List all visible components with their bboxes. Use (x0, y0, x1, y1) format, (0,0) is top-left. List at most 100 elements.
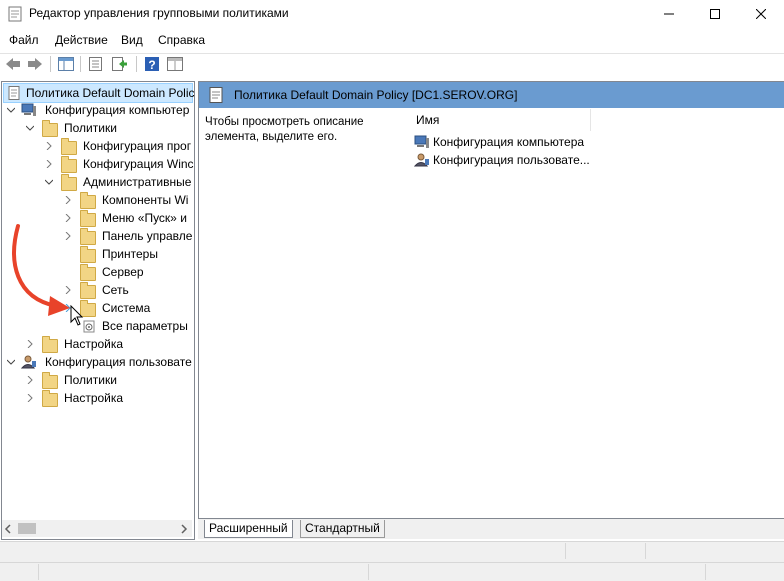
tree-item-admin-templates[interactable]: Административные (45, 173, 193, 191)
tree-item-label: Политики (64, 373, 117, 387)
export-list-button[interactable] (111, 55, 129, 73)
computer-icon (21, 103, 36, 116)
status-cell (38, 564, 369, 580)
tree-item-label: Все параметры (102, 319, 188, 333)
tree-item-label: Компоненты Wi (102, 193, 189, 207)
tree-item-user-config[interactable]: Конфигурация пользовате (7, 353, 193, 371)
menu-view[interactable]: Вид (121, 33, 143, 47)
folder-icon (42, 390, 58, 407)
export-list-icon (112, 57, 127, 71)
tree-item-label: Конфигурация Winc (83, 157, 194, 171)
tree-item-label: Конфигурация пользовате (45, 355, 192, 369)
chevron-right-icon[interactable] (64, 196, 72, 204)
properties-icon (89, 57, 102, 71)
tree-item-windows-components[interactable]: Компоненты Wi (64, 191, 193, 209)
tree-item-label: Сервер (102, 265, 144, 279)
tree-item-network[interactable]: Сеть (64, 281, 193, 299)
minimize-button[interactable] (646, 0, 692, 28)
chevron-right-icon[interactable] (26, 340, 34, 348)
help-button[interactable]: ? (143, 55, 161, 73)
chevron-right-icon[interactable] (45, 142, 53, 150)
chevron-right-icon[interactable] (64, 214, 72, 222)
chevron-down-icon[interactable] (45, 178, 53, 186)
tree-item-label: Меню «Пуск» и (102, 211, 187, 225)
tree-item-server[interactable]: Сервер (64, 263, 193, 281)
list-item-user-config[interactable]: Конфигурация пользовате... (414, 152, 594, 168)
menu-action[interactable]: Действие (55, 33, 108, 47)
tree-item-policies[interactable]: Политики (26, 119, 193, 137)
forward-button[interactable] (26, 55, 44, 73)
console-view-button[interactable] (166, 55, 184, 73)
tree-item-software-config[interactable]: Конфигурация прог (45, 137, 193, 155)
back-arrow-icon (6, 58, 20, 70)
folder-icon (61, 138, 77, 155)
tree-item-label: Система (102, 301, 151, 315)
show-tree-button[interactable] (57, 55, 75, 73)
folder-icon (61, 174, 77, 191)
scrollbar-thumb[interactable] (18, 523, 36, 534)
maximize-button[interactable] (692, 0, 738, 28)
tree-item-label: Политика Default Domain Polic (26, 86, 195, 100)
menu-file[interactable]: Файл (9, 33, 39, 47)
status-cell (565, 543, 646, 559)
tree-item-preferences[interactable]: Настройка (26, 335, 193, 353)
properties-button[interactable] (87, 55, 105, 73)
tree-item-label: Принтеры (102, 247, 158, 261)
back-button[interactable] (4, 55, 22, 73)
close-icon (756, 9, 766, 19)
toolbar-separator (136, 56, 137, 72)
menu-help[interactable]: Справка (158, 33, 205, 47)
tree-item-control-panel[interactable]: Панель управле (64, 227, 193, 245)
chevron-down-icon[interactable] (7, 358, 15, 366)
tree-item-label: Настройка (64, 337, 124, 351)
chevron-right-icon[interactable] (45, 160, 53, 168)
description-text: Чтобы просмотреть описание элемента, выд… (205, 116, 364, 143)
window-title: Редактор управления групповыми политикам… (29, 6, 289, 20)
red-annotation-arrow-icon (12, 224, 70, 316)
chevron-right-icon[interactable] (26, 376, 34, 384)
chevron-down-icon[interactable] (7, 106, 15, 114)
column-divider[interactable] (590, 109, 591, 131)
status-cell (705, 564, 784, 580)
details-header-title: Политика Default Domain Policy [DC1.SERO… (234, 88, 518, 102)
user-icon (21, 355, 36, 369)
chevron-down-icon[interactable] (26, 124, 34, 132)
list-item-computer-config[interactable]: Конфигурация компьютера (414, 134, 594, 150)
tree-item-label: Конфигурация прог (83, 139, 192, 153)
folder-icon (42, 336, 58, 353)
folder-icon (80, 264, 96, 281)
computer-icon (414, 135, 429, 148)
folder-icon (80, 210, 96, 227)
policy-document-icon (209, 87, 223, 103)
tree-item-computer-config[interactable]: Конфигурация компьютер (7, 101, 193, 119)
chevron-right-icon[interactable] (26, 394, 34, 402)
status-cell (368, 564, 569, 580)
tree-item-printers[interactable]: Принтеры (64, 245, 193, 263)
tree-item-user-policies[interactable]: Политики (26, 371, 193, 389)
mouse-cursor-icon (70, 305, 84, 326)
tree-item-user-preferences[interactable]: Настройка (26, 389, 193, 407)
tree-item-label: Настройка (64, 391, 124, 405)
gpo-editor-app-icon (8, 6, 22, 22)
forward-arrow-icon (28, 58, 42, 70)
scroll-right-icon[interactable] (180, 524, 188, 534)
tab-standard[interactable]: Стандартный (300, 520, 385, 538)
tree-item-label: Конфигурация компьютер (45, 103, 190, 117)
tree-item-windows-config[interactable]: Конфигурация Winc (45, 155, 194, 173)
console-view-icon (167, 57, 183, 71)
folder-icon (80, 282, 96, 299)
tree-item-start-menu[interactable]: Меню «Пуск» и (64, 209, 193, 227)
tab-extended[interactable]: Расширенный (204, 520, 293, 538)
tree-item-label: Панель управле (102, 229, 193, 243)
folder-icon (80, 228, 96, 245)
column-header-name[interactable]: Имя (416, 113, 439, 127)
close-button[interactable] (738, 0, 784, 28)
scroll-left-icon[interactable] (4, 524, 12, 534)
minimize-icon (664, 13, 674, 15)
status-cell (645, 543, 784, 559)
tree-item-label: Административные (83, 175, 192, 189)
toolbar-separator (50, 56, 51, 72)
policy-document-icon (8, 86, 20, 100)
tree-item-root[interactable]: Политика Default Domain Polic (3, 83, 195, 103)
help-icon: ? (145, 57, 159, 72)
